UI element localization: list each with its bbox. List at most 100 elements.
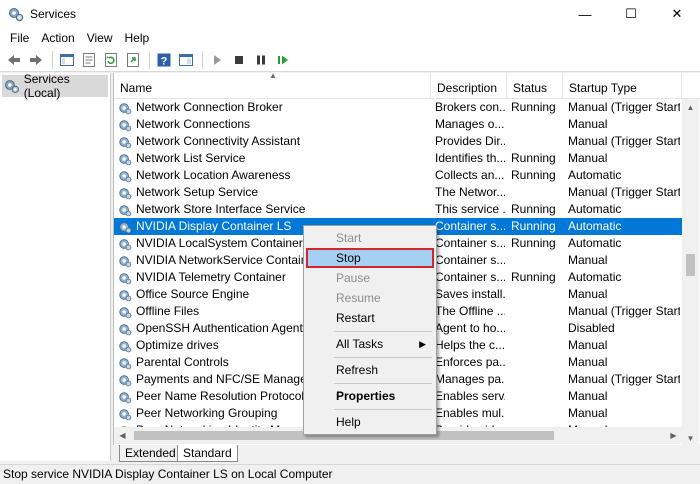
menu-separator: [334, 357, 432, 358]
menu-view[interactable]: View: [81, 31, 119, 45]
column-header-status[interactable]: Status: [507, 73, 563, 99]
stop-service-icon[interactable]: [229, 50, 249, 70]
cell-startup-type: Manual (Trigger Start): [568, 134, 680, 148]
column-header-row: ▲ Name Description Status Startup Type: [114, 73, 700, 99]
service-name: Optimize drives: [136, 338, 219, 352]
scroll-left-icon[interactable]: ◀: [114, 427, 131, 444]
cell-description: Container s...: [435, 236, 505, 250]
cell-description: Container s...: [435, 253, 505, 267]
close-button[interactable]: ✕: [654, 0, 700, 28]
menu-separator: [334, 331, 432, 332]
cell-status: Running: [511, 219, 556, 233]
table-row[interactable]: Network List Service Identifies th... Runn…: [114, 150, 682, 167]
table-row[interactable]: Network Store Interface Service This serv…: [114, 201, 682, 218]
tab-extended[interactable]: Extended: [119, 445, 182, 462]
menu-item-properties[interactable]: Properties: [306, 386, 434, 406]
cell-startup-type: Manual (Trigger Start): [568, 372, 680, 386]
services-gear-icon: [4, 80, 19, 94]
column-header-name[interactable]: Name: [114, 73, 431, 99]
menu-help[interactable]: Help: [119, 31, 156, 45]
cell-name: Network Connections: [118, 116, 430, 133]
forward-icon[interactable]: [26, 50, 46, 70]
start-service-icon[interactable]: [207, 50, 227, 70]
service-name: Parental Controls: [136, 355, 229, 369]
menu-item-help[interactable]: Help: [306, 412, 434, 432]
table-row[interactable]: Network Setup Service The Networ... Manual…: [114, 184, 682, 201]
service-gear-icon: [119, 187, 132, 199]
scroll-up-icon[interactable]: ▲: [682, 99, 699, 116]
service-gear-icon: [119, 119, 132, 131]
service-gear-icon: [119, 357, 132, 369]
scroll-right-icon[interactable]: ▶: [665, 427, 682, 444]
table-row[interactable]: Network Location Awareness Collects an...…: [114, 167, 682, 184]
cell-startup-type: Manual (Trigger Start): [568, 304, 680, 318]
cell-startup-type: Disabled: [568, 321, 615, 335]
service-name: OpenSSH Authentication Agent: [136, 321, 303, 335]
maximize-button[interactable]: ☐: [608, 0, 654, 28]
properties-sheet-icon[interactable]: [79, 50, 99, 70]
toolbar-separator: [52, 50, 53, 69]
service-name: NVIDIA NetworkService Container: [136, 253, 319, 267]
menu-item-restart[interactable]: Restart: [306, 308, 434, 328]
vertical-scroll-thumb[interactable]: [686, 254, 695, 276]
menu-item-stop[interactable]: Stop: [306, 248, 434, 268]
service-name: Network Location Awareness: [136, 168, 291, 182]
cell-startup-type: Manual: [568, 389, 608, 403]
back-icon[interactable]: [4, 50, 24, 70]
cell-status: Running: [511, 236, 556, 250]
menu-item-all-tasks[interactable]: All Tasks ▶: [306, 334, 434, 354]
tab-standard[interactable]: Standard: [177, 445, 238, 462]
cell-description: The Networ...: [435, 185, 505, 199]
menu-item-refresh[interactable]: Refresh: [306, 360, 434, 380]
minimize-button[interactable]: —: [562, 0, 608, 28]
toolbar-separator: [149, 50, 150, 69]
tree-item-label: Services (Local): [23, 72, 70, 100]
menu-separator: [334, 409, 432, 410]
svg-text:?: ?: [161, 55, 168, 67]
cell-status: Running: [511, 151, 556, 165]
table-row[interactable]: Network Connection Broker Brokers con... R…: [114, 99, 682, 116]
column-header-description[interactable]: Description: [431, 73, 507, 99]
cell-description: Manages o...: [435, 117, 505, 131]
cell-name: Network Location Awareness: [118, 167, 430, 184]
cell-name: Network List Service: [118, 150, 430, 167]
service-name: NVIDIA LocalSystem Container: [136, 236, 303, 250]
help-icon[interactable]: ?: [154, 50, 174, 70]
service-gear-icon: [119, 102, 132, 114]
service-gear-icon: [119, 255, 132, 267]
service-name: Peer Name Resolution Protocol: [136, 389, 305, 403]
column-header-startup-type[interactable]: Startup Type: [563, 73, 682, 99]
service-gear-icon: [119, 340, 132, 352]
service-name: NVIDIA Telemetry Container: [136, 270, 286, 284]
cell-startup-type: Automatic: [568, 236, 622, 250]
service-gear-icon: [119, 289, 132, 301]
menu-bar: File Action View Help: [0, 28, 700, 48]
service-gear-icon: [119, 391, 132, 403]
toolbar: ?: [0, 48, 700, 72]
export-list-icon[interactable]: [123, 50, 143, 70]
service-name: Network Setup Service: [136, 185, 259, 199]
cell-description: Collects an...: [435, 168, 505, 182]
menu-action[interactable]: Action: [35, 31, 80, 45]
console-tree-icon[interactable]: [57, 50, 77, 70]
cell-startup-type: Automatic: [568, 202, 622, 216]
show-hide-icon[interactable]: [176, 50, 196, 70]
restart-service-icon[interactable]: [273, 50, 293, 70]
refresh-icon[interactable]: [101, 50, 121, 70]
tree-item-services-local[interactable]: Services (Local): [2, 72, 108, 100]
cell-description: The Offline ...: [435, 304, 505, 318]
vertical-scrollbar[interactable]: ▲ ▼: [682, 99, 699, 447]
service-name: NVIDIA Display Container LS: [136, 219, 292, 233]
menu-separator: [334, 383, 432, 384]
table-row[interactable]: Network Connections Manages o... Manual: [114, 116, 682, 133]
menu-file[interactable]: File: [4, 31, 35, 45]
cell-startup-type: Manual: [568, 151, 608, 165]
table-row[interactable]: Network Connectivity Assistant Provides D…: [114, 133, 682, 150]
menu-item-pause: Pause: [336, 271, 371, 285]
pause-service-icon[interactable]: [251, 50, 271, 70]
cell-startup-type: Automatic: [568, 219, 622, 233]
cell-description: Identifies th...: [435, 151, 505, 165]
service-name: Peer Networking Grouping: [136, 406, 278, 420]
service-name: Office Source Engine: [136, 287, 250, 301]
cell-name: Network Store Interface Service: [118, 201, 430, 218]
